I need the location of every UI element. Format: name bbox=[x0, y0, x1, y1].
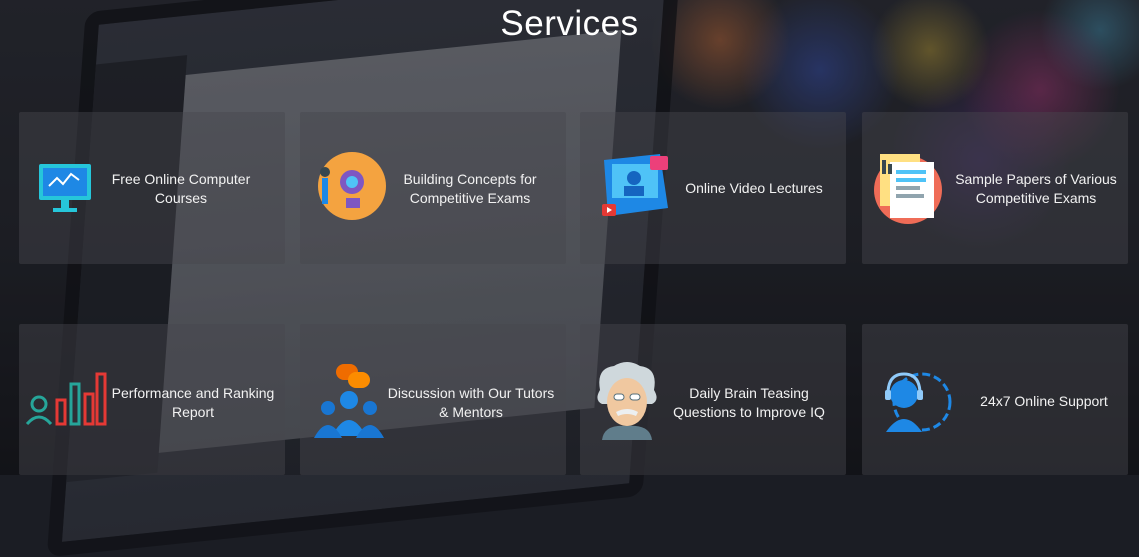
service-label: Performance and Ranking Report bbox=[111, 385, 275, 420]
service-label: Free Online Computer Courses bbox=[111, 171, 251, 206]
service-card-performance-report[interactable]: Performance and Ranking Report bbox=[19, 324, 285, 475]
service-label: Daily Brain Teasing Questions to Improve… bbox=[673, 385, 825, 420]
video-lecture-icon bbox=[594, 150, 674, 226]
support-headset-icon bbox=[882, 368, 954, 436]
service-label: Sample Papers of Various Competitive Exa… bbox=[955, 171, 1117, 206]
computer-monitor-icon bbox=[37, 160, 93, 216]
service-card-sample-papers[interactable]: Sample Papers of Various Competitive Exa… bbox=[862, 112, 1128, 264]
discussion-group-icon bbox=[314, 360, 384, 440]
concept-idea-icon bbox=[308, 148, 388, 228]
service-card-brain-teasers[interactable]: Daily Brain Teasing Questions to Improve… bbox=[580, 324, 846, 475]
section-title: Services bbox=[500, 4, 639, 43]
service-card-computer-courses[interactable]: Free Online Computer Courses bbox=[19, 112, 285, 264]
performance-chart-icon bbox=[25, 370, 107, 426]
service-card-video-lectures[interactable]: Online Video Lectures bbox=[580, 112, 846, 264]
service-label: Online Video Lectures bbox=[685, 180, 823, 196]
service-card-building-concepts[interactable]: Building Concepts for Competitive Exams bbox=[300, 112, 566, 264]
service-label: Building Concepts for Competitive Exams bbox=[403, 171, 537, 206]
einstein-icon bbox=[592, 360, 662, 440]
service-card-online-support[interactable]: 24x7 Online Support bbox=[862, 324, 1128, 475]
service-label: Discussion with Our Tutors & Mentors bbox=[387, 385, 555, 420]
service-card-discussion[interactable]: Discussion with Our Tutors & Mentors bbox=[300, 324, 566, 475]
sample-papers-icon bbox=[868, 148, 948, 228]
service-label: 24x7 Online Support bbox=[980, 393, 1108, 409]
